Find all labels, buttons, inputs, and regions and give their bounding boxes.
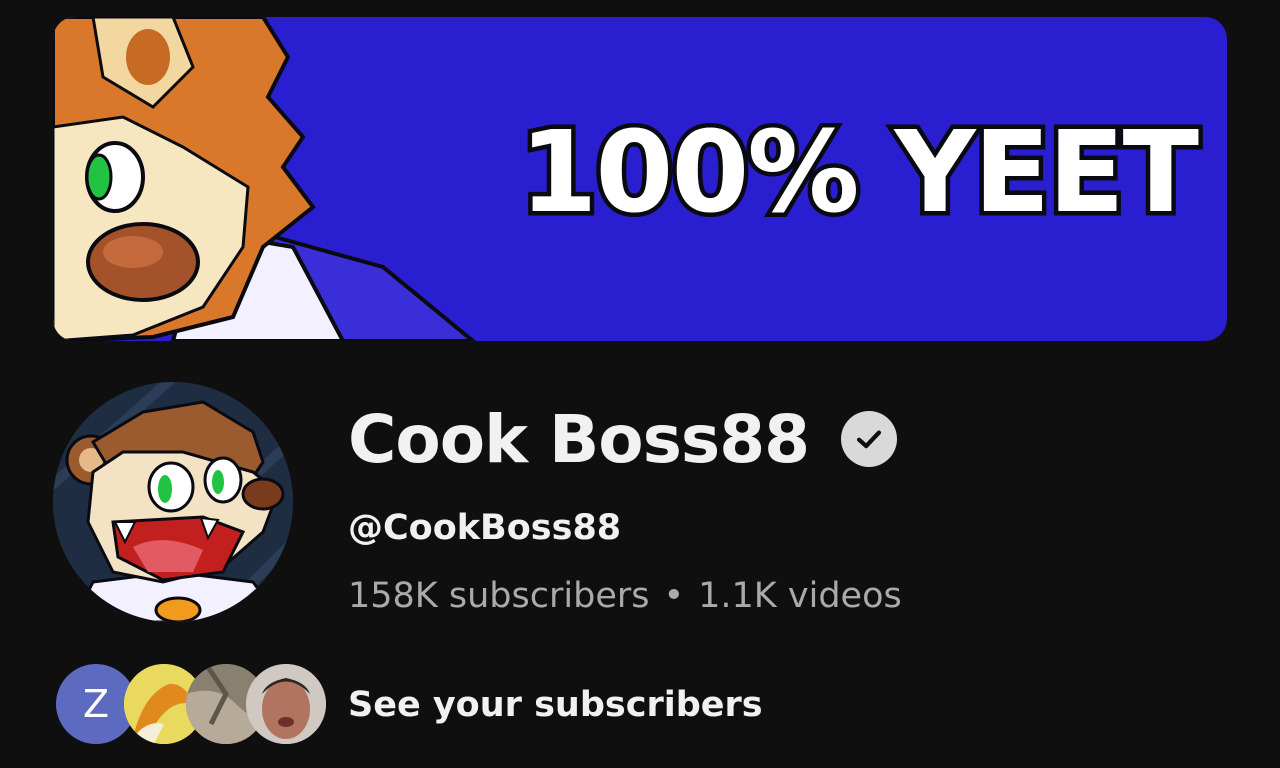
video-count: 1.1K videos bbox=[698, 576, 902, 616]
subscriber-count: 158K subscribers bbox=[348, 576, 650, 616]
channel-avatar[interactable] bbox=[53, 382, 293, 622]
stats-separator: • bbox=[663, 576, 685, 616]
subscriber-avatars[interactable]: Z bbox=[56, 664, 326, 746]
avatar-image bbox=[53, 382, 293, 622]
channel-stats: 158K subscribers • 1.1K videos bbox=[348, 576, 902, 616]
channel-name: Cook Boss88 bbox=[348, 400, 810, 478]
channel-page: 100% YEET Cook Boss88 @CookBoss88 158K s… bbox=[0, 0, 1280, 768]
verified-check-icon bbox=[841, 411, 898, 467]
subscriber-avatar bbox=[246, 664, 326, 744]
channel-banner[interactable]: 100% YEET bbox=[53, 17, 1227, 341]
channel-handle: @CookBoss88 bbox=[348, 508, 622, 548]
channel-title-row: Cook Boss88 bbox=[348, 398, 898, 480]
banner-title: 100% YEET bbox=[515, 108, 1204, 238]
see-subscribers-link[interactable]: See your subscribers bbox=[348, 685, 763, 725]
